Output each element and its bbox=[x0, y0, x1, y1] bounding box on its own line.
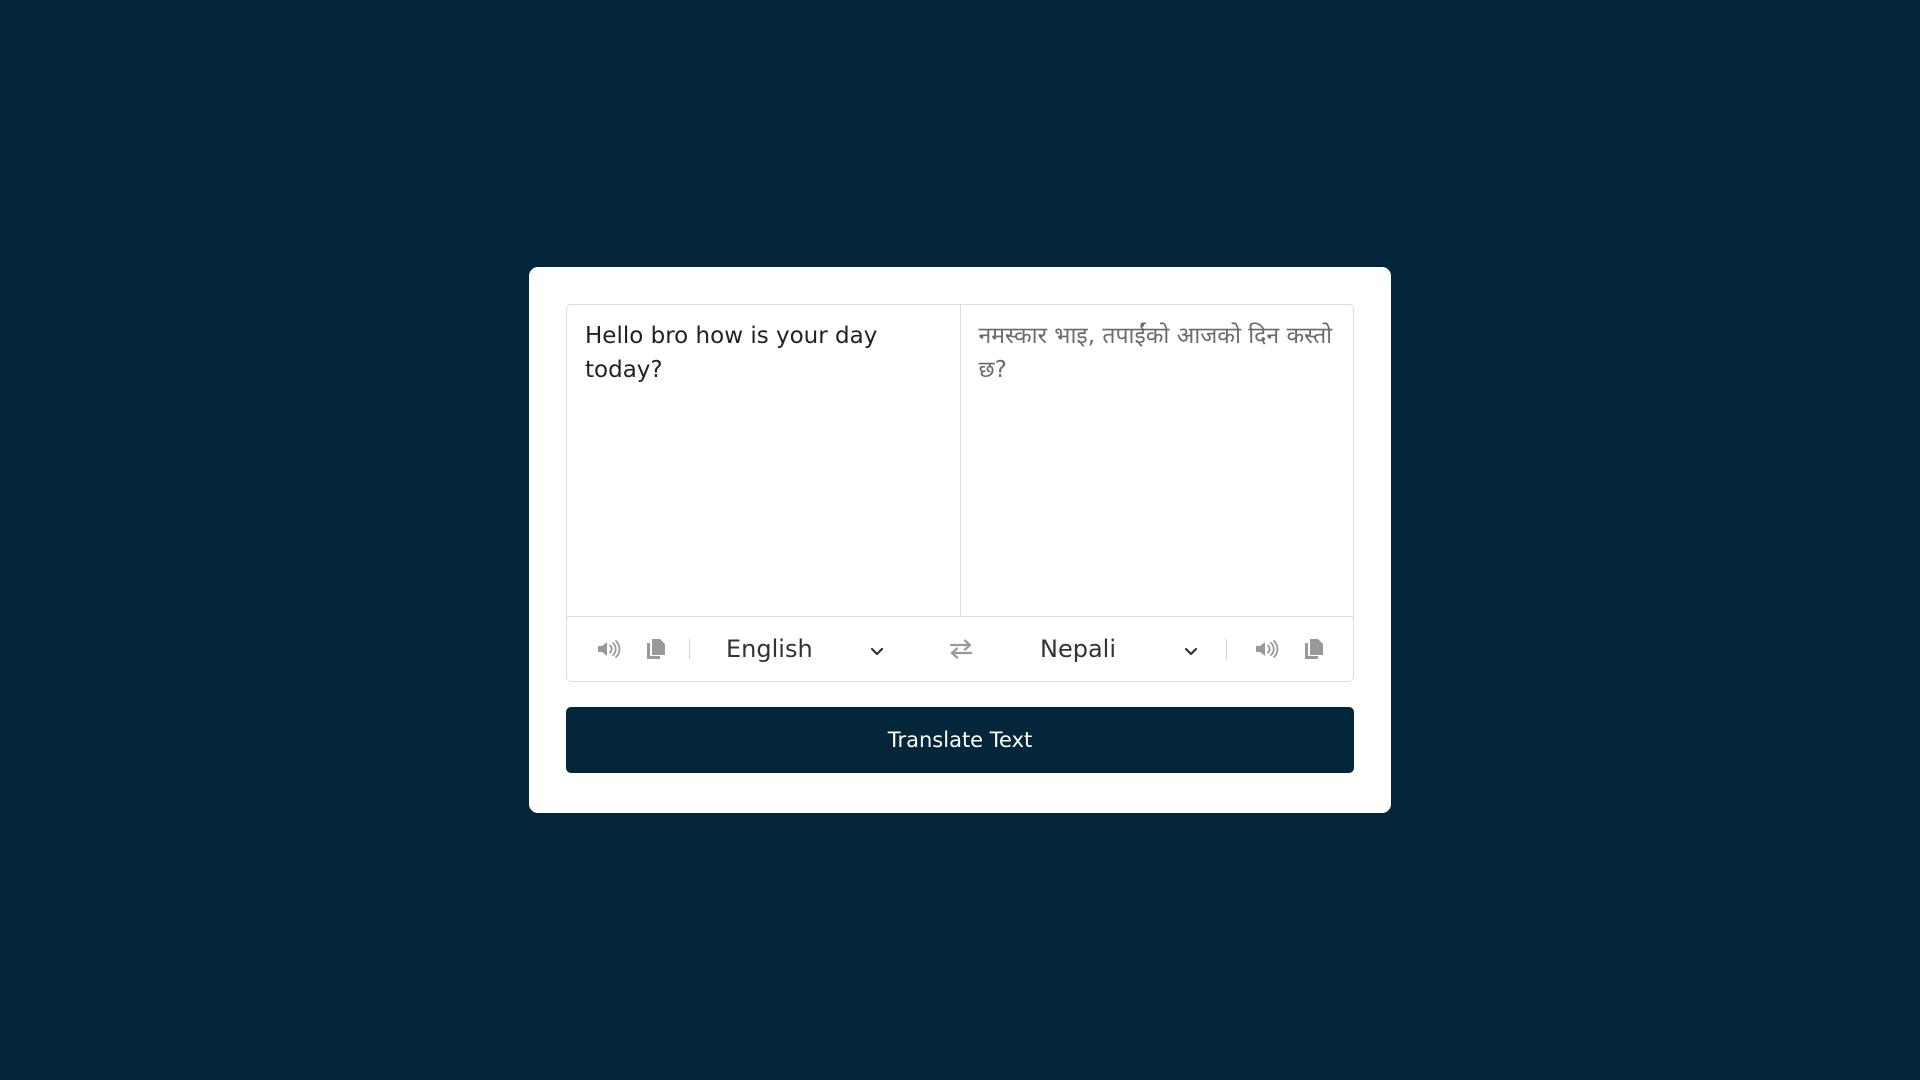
from-language-select[interactable]: English bbox=[726, 635, 884, 663]
to-copy-icon[interactable] bbox=[1305, 639, 1323, 659]
from-text-area[interactable]: Hello bro how is your day today? bbox=[567, 305, 961, 616]
from-volume-icon[interactable] bbox=[597, 639, 621, 659]
from-copy-icon[interactable] bbox=[647, 639, 665, 659]
chevron-down-icon bbox=[1184, 635, 1198, 663]
to-controls: Nepali bbox=[1040, 635, 1323, 663]
from-language-label: English bbox=[726, 635, 813, 663]
divider bbox=[1226, 639, 1227, 659]
text-row: Hello bro how is your day today? नमस्कार… bbox=[567, 305, 1353, 617]
divider bbox=[689, 639, 690, 659]
exchange-icon[interactable] bbox=[949, 639, 973, 659]
from-controls: English bbox=[597, 635, 884, 663]
to-language-label: Nepali bbox=[1040, 635, 1116, 663]
translate-button[interactable]: Translate Text bbox=[566, 707, 1354, 773]
translator-card: Hello bro how is your day today? नमस्कार… bbox=[529, 267, 1391, 813]
translator-wrapper: Hello bro how is your day today? नमस्कार… bbox=[566, 304, 1354, 682]
chevron-down-icon bbox=[870, 635, 884, 663]
controls-bar: English Nepali bbox=[567, 617, 1353, 681]
to-text-area[interactable]: नमस्कार भाइ, तपाईंको आजको दिन कस्तो छ? bbox=[961, 305, 1354, 616]
to-language-select[interactable]: Nepali bbox=[1040, 635, 1198, 663]
to-volume-icon[interactable] bbox=[1255, 639, 1279, 659]
